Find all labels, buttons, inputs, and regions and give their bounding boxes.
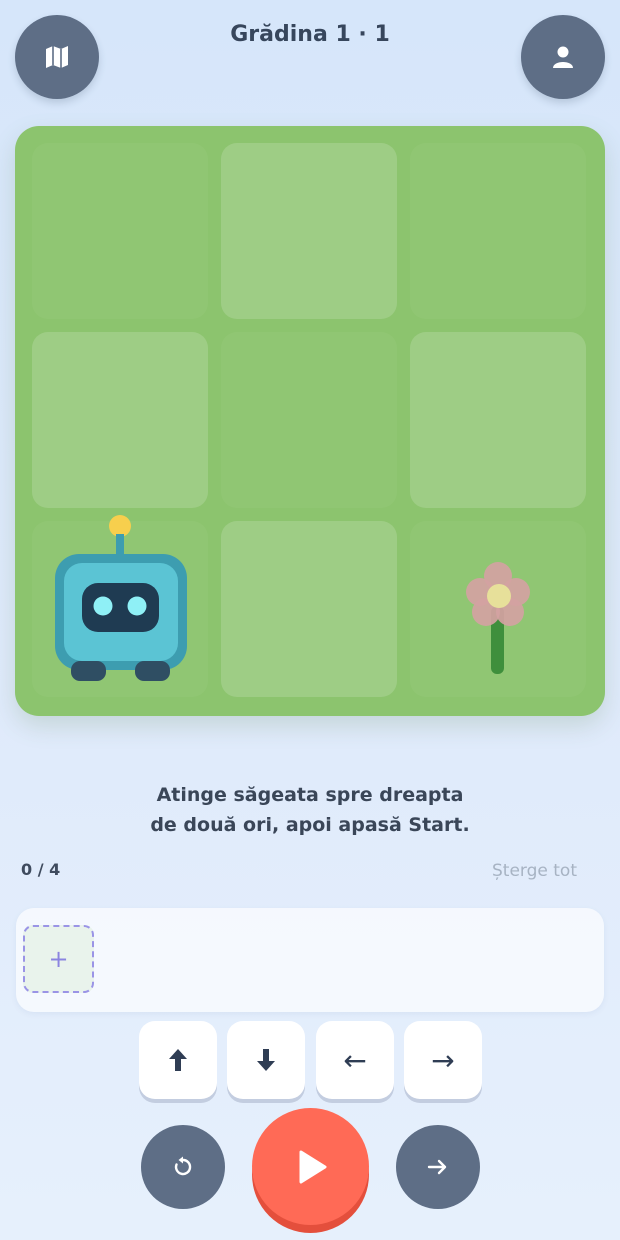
reset-icon	[174, 1156, 192, 1176]
instruction-line-1: Atinge săgeata spre dreapta	[156, 784, 464, 806]
command-right-button[interactable]: →	[404, 1021, 482, 1099]
user-icon	[553, 46, 573, 68]
command-down-button[interactable]	[227, 1021, 305, 1099]
start-button[interactable]	[252, 1108, 369, 1225]
program-strip	[16, 908, 604, 1012]
board-cell	[221, 521, 397, 697]
command-left-button[interactable]: ←	[316, 1021, 394, 1099]
robot-character	[55, 515, 187, 681]
step-button[interactable]	[396, 1125, 480, 1209]
arrow-down-icon	[257, 1049, 275, 1071]
map-icon	[46, 46, 68, 68]
clear-all-button[interactable]: Șterge tot	[492, 861, 577, 881]
arrow-up-icon	[169, 1049, 187, 1071]
play-icon	[299, 1150, 326, 1183]
board-cell	[410, 143, 586, 319]
game-board	[15, 126, 605, 716]
board-cell	[32, 143, 208, 319]
board-cell	[221, 143, 397, 319]
reset-button[interactable]	[141, 1125, 225, 1209]
instruction-text: Atinge săgeata spre dreapta de două ori,…	[0, 780, 620, 840]
profile-button[interactable]	[521, 15, 605, 99]
board-cell	[32, 332, 208, 508]
add-command-slot[interactable]: +	[23, 925, 94, 993]
instruction-line-2: de două ori, apoi apasă Start.	[150, 814, 470, 836]
command-up-button[interactable]	[139, 1021, 217, 1099]
board-cell	[410, 332, 586, 508]
flower-goal	[466, 562, 530, 674]
step-arrow-icon	[427, 1159, 447, 1175]
board-cell	[221, 332, 397, 508]
program-counter: 0 / 4	[21, 860, 61, 879]
